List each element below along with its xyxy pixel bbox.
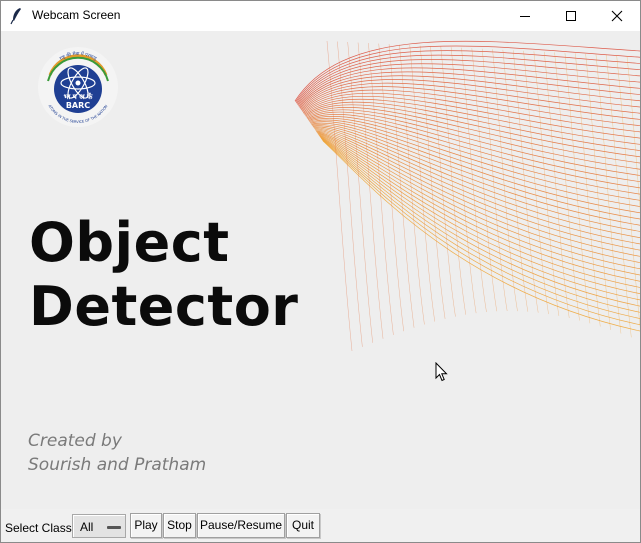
- wave-line: [304, 98, 640, 145]
- class-select[interactable]: All: [72, 514, 126, 538]
- class-select-value: All: [80, 520, 94, 534]
- wave-line: [595, 54, 622, 334]
- wave-line: [316, 131, 640, 270]
- wave-line: [399, 44, 425, 325]
- wave-line: [300, 82, 640, 114]
- credits-line-2: Sourish and Pratham: [28, 455, 207, 475]
- video-canvas: भा प अ कें BARC राष्ट्र की सेवा में परमा…: [1, 31, 640, 509]
- wave-line: [585, 53, 611, 330]
- logo-name-text: BARC: [66, 101, 90, 110]
- dropdown-indicator-icon: [107, 526, 121, 529]
- minimize-icon: [520, 16, 530, 17]
- wave-graphic: [294, 40, 640, 352]
- wave-line: [512, 50, 539, 313]
- maximize-icon: [566, 11, 576, 21]
- play-button[interactable]: Play: [130, 513, 162, 538]
- mouse-cursor-icon: [435, 362, 448, 382]
- credits: Created by Sourish and Pratham: [28, 429, 206, 477]
- app-window: Webcam Screen भा प अ कें BARC राष्ट्र की…: [0, 0, 641, 543]
- barc-logo: भा प अ कें BARC राष्ट्र की सेवा में परमा…: [38, 47, 118, 127]
- title-bar: Webcam Screen: [1, 1, 640, 31]
- credits-line-1: Created by: [28, 431, 122, 451]
- headline-line-1: Object: [29, 211, 230, 274]
- wave-line: [440, 46, 467, 315]
- wave-line: [575, 53, 601, 327]
- pause-resume-button[interactable]: Pause/Resume: [197, 513, 285, 538]
- wave-line: [326, 40, 353, 352]
- wave-line: [543, 51, 570, 319]
- close-button[interactable]: [594, 1, 640, 31]
- app-headline: Object Detector: [29, 211, 298, 339]
- maximize-button[interactable]: [548, 1, 594, 31]
- minimize-button[interactable]: [502, 1, 548, 31]
- wave-line: [409, 45, 436, 322]
- stop-button[interactable]: Stop: [163, 513, 196, 538]
- window-title: Webcam Screen: [32, 8, 121, 22]
- wave-line: [297, 59, 640, 105]
- wave-line: [296, 54, 640, 104]
- wave-line: [295, 45, 640, 103]
- close-icon: [611, 10, 623, 22]
- headline-line-2: Detector: [29, 275, 299, 338]
- select-class-label: Select Class:: [5, 521, 76, 535]
- quit-button[interactable]: Quit: [286, 513, 320, 538]
- control-bar: Select Class: All Play Stop Pause/Resume…: [1, 510, 640, 542]
- feather-icon: [10, 8, 21, 25]
- wave-line: [450, 47, 477, 314]
- logo-hindi-text: भा प अ कें: [64, 92, 93, 101]
- wave-line: [337, 41, 363, 347]
- wave-line: [322, 140, 640, 332]
